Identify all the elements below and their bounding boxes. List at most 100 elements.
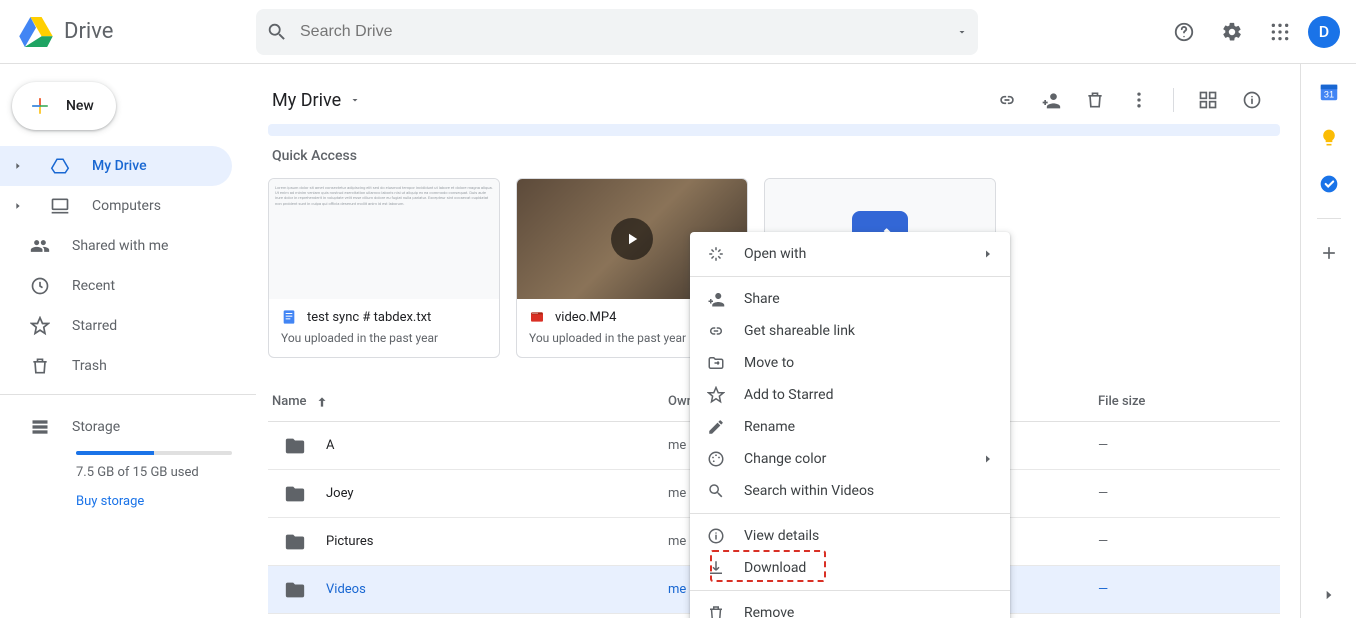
- settings-icon[interactable]: [1212, 12, 1252, 52]
- share-person-icon[interactable]: [1031, 80, 1071, 120]
- chevron-right-icon: [982, 248, 994, 260]
- menu-item-icon: [706, 354, 726, 372]
- context-menu-item[interactable]: Search within Videos: [690, 475, 1010, 507]
- context-menu-item[interactable]: Add to Starred: [690, 379, 1010, 411]
- header-actions: D: [996, 12, 1340, 52]
- drive-icon: [48, 157, 72, 175]
- more-icon[interactable]: [1119, 80, 1159, 120]
- computer-icon: [48, 196, 72, 216]
- sidebar-item-label: Recent: [72, 278, 232, 294]
- search-bar[interactable]: [256, 9, 978, 55]
- sidebar-item-trash[interactable]: Trash: [0, 346, 232, 386]
- col-header-name[interactable]: Name: [268, 394, 668, 409]
- expand-icon[interactable]: [8, 161, 28, 171]
- play-icon: [611, 218, 653, 260]
- context-menu-item[interactable]: View details: [690, 520, 1010, 552]
- logo-area[interactable]: Drive: [16, 12, 256, 52]
- chevron-down-icon: [349, 94, 361, 106]
- context-menu-item[interactable]: Change color: [690, 443, 1010, 475]
- toolbar: [987, 80, 1272, 120]
- add-panel-icon[interactable]: [1317, 241, 1341, 265]
- folder-icon: [284, 483, 306, 505]
- arrow-up-icon: [315, 395, 329, 409]
- context-menu-item[interactable]: Get shareable link: [690, 315, 1010, 347]
- storage-label: Storage: [72, 419, 232, 435]
- banner: [268, 124, 1280, 136]
- menu-item-label: Open with: [744, 246, 806, 262]
- card-title: video.MP4: [555, 310, 616, 325]
- expand-icon[interactable]: [8, 201, 28, 211]
- content: My Drive Quick Access Lorem ipsum dol: [256, 64, 1300, 618]
- clock-icon: [28, 276, 52, 296]
- avatar[interactable]: D: [1308, 16, 1340, 48]
- search-icon[interactable]: [266, 21, 288, 43]
- card-title: test sync # tabdex.txt: [307, 310, 431, 325]
- storage-icon: [28, 417, 52, 437]
- folder-icon: [284, 579, 306, 601]
- calendar-icon[interactable]: 31: [1317, 80, 1341, 104]
- chevron-right-icon: [982, 453, 994, 465]
- folder-icon: [284, 435, 306, 457]
- menu-item-icon: [706, 386, 726, 404]
- tasks-icon[interactable]: [1317, 172, 1341, 196]
- file-name: Pictures: [326, 534, 373, 549]
- sidebar-item-recent[interactable]: Recent: [0, 266, 232, 306]
- breadcrumb[interactable]: My Drive: [268, 90, 361, 111]
- search-input[interactable]: [300, 23, 948, 41]
- get-link-icon[interactable]: [987, 80, 1027, 120]
- file-size: —: [1098, 438, 1280, 453]
- sidebar-item-label: Starred: [72, 318, 232, 334]
- sidebar-item-computers[interactable]: Computers: [0, 186, 232, 226]
- new-button[interactable]: New: [12, 82, 116, 130]
- menu-item-label: Move to: [744, 355, 794, 371]
- drive-logo-icon: [16, 12, 56, 52]
- menu-item-icon: [706, 559, 726, 577]
- quick-access-card[interactable]: Lorem ipsum dolor sit amet consectetur a…: [268, 178, 500, 358]
- grid-view-icon[interactable]: [1188, 80, 1228, 120]
- menu-item-label: Share: [744, 291, 780, 307]
- buy-storage-link[interactable]: Buy storage: [0, 494, 256, 509]
- menu-item-icon: [706, 450, 726, 468]
- file-name: Joey: [326, 486, 354, 501]
- doc-thumbnail: Lorem ipsum dolor sit amet consectetur a…: [269, 179, 499, 299]
- plus-icon: [26, 92, 54, 120]
- menu-item-icon: [706, 604, 726, 618]
- apps-icon[interactable]: [1260, 12, 1300, 52]
- col-header-size[interactable]: File size: [1098, 394, 1280, 409]
- file-size: —: [1098, 582, 1280, 597]
- menu-item-icon: [706, 322, 726, 340]
- context-menu-item[interactable]: Move to: [690, 347, 1010, 379]
- people-icon: [28, 236, 52, 256]
- menu-item-label: Remove: [744, 605, 794, 618]
- sidebar-item-starred[interactable]: Starred: [0, 306, 232, 346]
- breadcrumb-root: My Drive: [272, 90, 341, 111]
- menu-item-label: Rename: [744, 419, 795, 435]
- menu-item-label: Add to Starred: [744, 387, 833, 403]
- info-icon[interactable]: [1232, 80, 1272, 120]
- menu-item-icon: [706, 527, 726, 545]
- header: Drive D: [0, 0, 1356, 64]
- sidebar-item-storage[interactable]: Storage: [0, 407, 232, 447]
- keep-icon[interactable]: [1317, 126, 1341, 150]
- storage-used-text: 7.5 GB of 15 GB used: [0, 465, 256, 480]
- help-icon[interactable]: [1164, 12, 1204, 52]
- context-menu-item[interactable]: Open with: [690, 238, 1010, 270]
- context-menu-item[interactable]: Download: [690, 552, 1010, 584]
- file-name: A: [326, 438, 334, 453]
- file-size: —: [1098, 534, 1280, 549]
- sidebar-item-label: My Drive: [92, 158, 232, 174]
- context-menu-item[interactable]: Rename: [690, 411, 1010, 443]
- file-size: —: [1098, 486, 1280, 501]
- delete-icon[interactable]: [1075, 80, 1115, 120]
- sidebar-item-shared[interactable]: Shared with me: [0, 226, 232, 266]
- context-menu-item[interactable]: Share: [690, 283, 1010, 315]
- context-menu-item[interactable]: Remove: [690, 597, 1010, 618]
- search-dropdown-icon[interactable]: [956, 26, 968, 38]
- side-panel-toggle-icon[interactable]: [1322, 588, 1336, 602]
- docs-icon: [281, 309, 297, 325]
- sidebar: New My Drive Computers Shared with me Re…: [0, 64, 256, 618]
- sidebar-item-my-drive[interactable]: My Drive: [0, 146, 232, 186]
- storage-bar: [76, 451, 232, 455]
- side-panel: 31: [1300, 64, 1356, 618]
- context-menu: Open with Share Get shareable link Move to A…: [690, 232, 1010, 618]
